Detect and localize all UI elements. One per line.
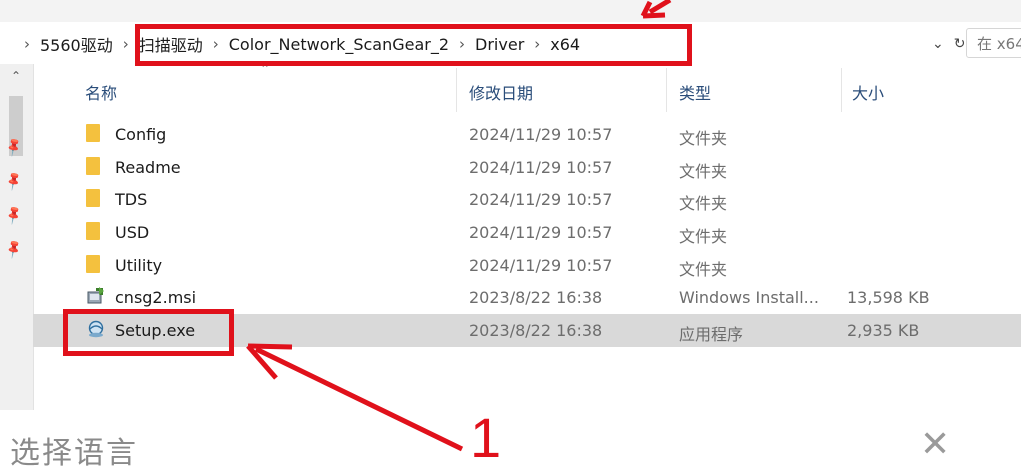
annotation-arrows (246, 0, 672, 452)
arrow-to-setup-icon (246, 343, 464, 452)
arrow-to-breadcrumb-icon (640, 0, 672, 19)
